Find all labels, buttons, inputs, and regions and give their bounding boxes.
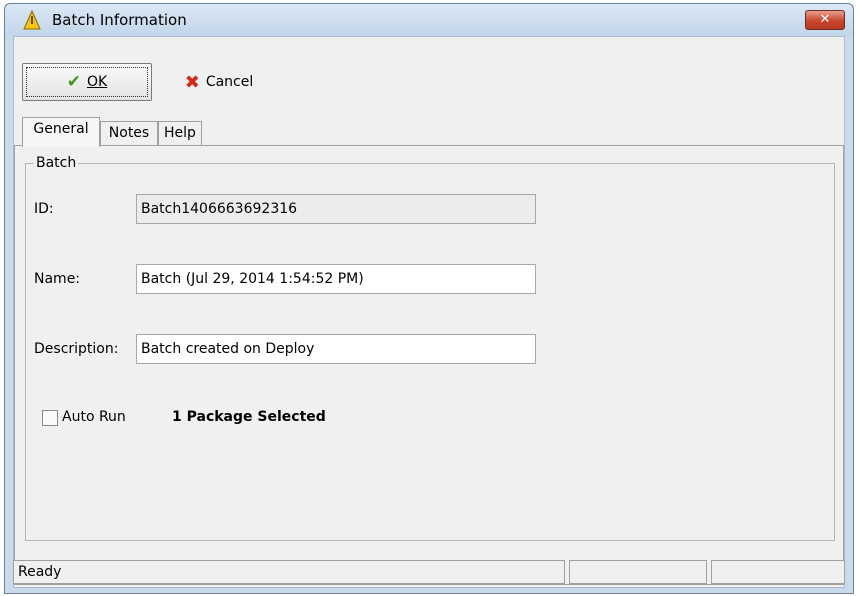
selection-summary: 1 Package Selected [172,409,326,425]
id-field[interactable]: Batch1406663692316 [136,194,536,224]
description-field[interactable]: Batch created on Deploy [136,334,536,364]
status-panel-2 [569,560,707,584]
close-x-icon: ✕ [819,12,831,27]
batch-information-window: Batch Information ✕ ✔ OK ✖ Cancel Genera… [4,3,854,594]
name-label: Name: [34,271,81,287]
tab-notes[interactable]: Notes [100,121,158,145]
cancel-x-icon: ✖ [184,71,200,93]
batch-group: Batch ID: Batch1406663692316 Name: Batch… [25,155,835,541]
app-warning-icon [23,10,41,30]
ok-label: OK [87,74,108,90]
auto-run-label: Auto Run [62,409,126,425]
general-tab-panel: Batch ID: Batch1406663692316 Name: Batch… [14,145,844,585]
cancel-label: Cancel [205,74,254,90]
cancel-button[interactable]: ✖ Cancel [164,63,274,101]
title-bar[interactable]: Batch Information ✕ [5,4,853,36]
status-panel-3 [711,560,845,584]
dialog-client: ✔ OK ✖ Cancel General Notes Help Batch I… [13,36,845,588]
tab-help[interactable]: Help [158,121,202,145]
status-text: Ready [13,560,565,584]
ok-button[interactable]: ✔ OK [22,63,152,101]
group-legend: Batch [34,155,79,171]
name-field[interactable]: Batch (Jul 29, 2014 1:54:52 PM) [136,264,536,294]
id-label: ID: [34,201,54,217]
description-label: Description: [34,341,119,357]
checkmark-icon: ✔ [66,72,82,92]
status-bar: Ready [13,556,845,584]
tab-general[interactable]: General [22,117,100,147]
auto-run-checkbox[interactable] [42,410,58,426]
close-button[interactable]: ✕ [805,10,845,30]
window-title: Batch Information [52,11,187,29]
